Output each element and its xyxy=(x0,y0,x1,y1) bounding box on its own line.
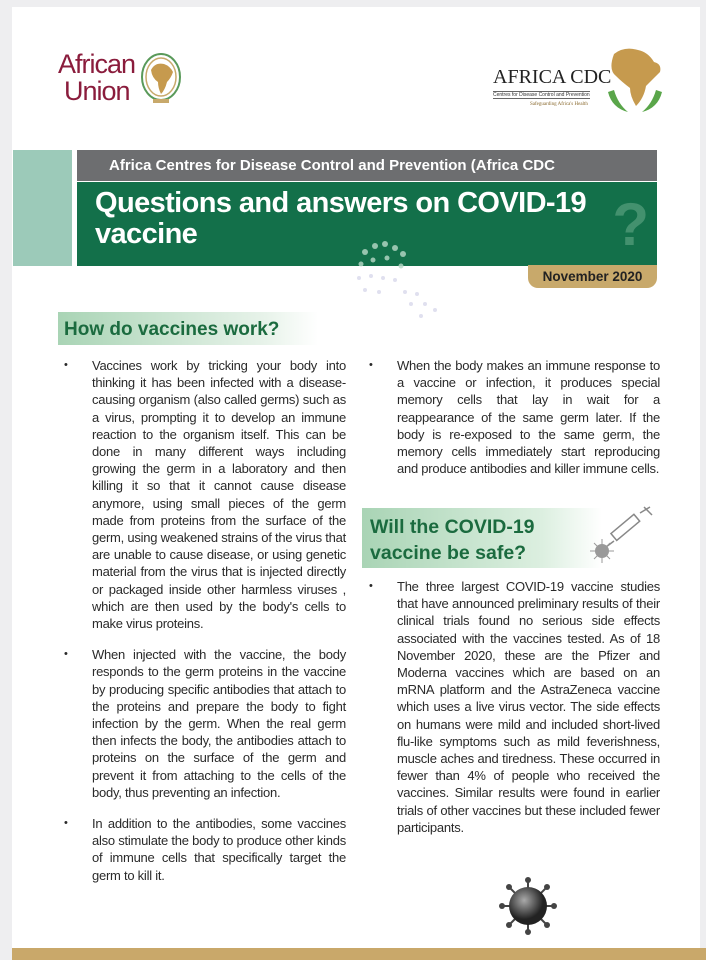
section-heading-vaccine-safety: Will the COVID-19 vaccine be safe? xyxy=(362,508,602,568)
list-item: When the body makes an immune response t… xyxy=(369,357,660,477)
section-heading-how-vaccines-work: How do vaccines work? xyxy=(58,312,318,345)
list-item: In addition to the antibodies, some vacc… xyxy=(64,815,346,884)
au-logo-line2: Union xyxy=(64,76,131,106)
africa-cdc-logo: AFRICA CDC Centres for Disease Control a… xyxy=(490,44,662,114)
cdc-logo-subtitle: Centres for Disease Control and Preventi… xyxy=(493,91,590,99)
coronavirus-icon xyxy=(499,877,557,935)
footer-band xyxy=(12,948,706,960)
au-emblem-icon xyxy=(141,53,182,103)
right-column-bottom: The three largest COVID-19 vaccine studi… xyxy=(369,578,660,850)
list-item: When injected with the vaccine, the body… xyxy=(64,646,346,801)
right-column-top: When the body makes an immune response t… xyxy=(369,357,660,491)
list-item: The three largest COVID-19 vaccine studi… xyxy=(369,578,660,836)
cdc-logo-title: AFRICA CDC xyxy=(493,66,612,88)
left-column: Vaccines work by tricking your body into… xyxy=(64,357,346,898)
virus-dots-decoration-icon xyxy=(357,241,437,318)
syringe-virus-icon xyxy=(590,506,653,563)
date-badge: November 2020 xyxy=(528,265,657,288)
au-logo-line1: African xyxy=(58,49,136,79)
banner-accent-block xyxy=(13,150,72,266)
list-item: Vaccines work by tricking your body into… xyxy=(64,357,346,632)
organization-bar: Africa Centres for Disease Control and P… xyxy=(77,150,657,181)
african-union-logo: African Union xyxy=(58,50,185,106)
cdc-logo-tagline: Safeguarding Africa's Health xyxy=(530,102,588,107)
